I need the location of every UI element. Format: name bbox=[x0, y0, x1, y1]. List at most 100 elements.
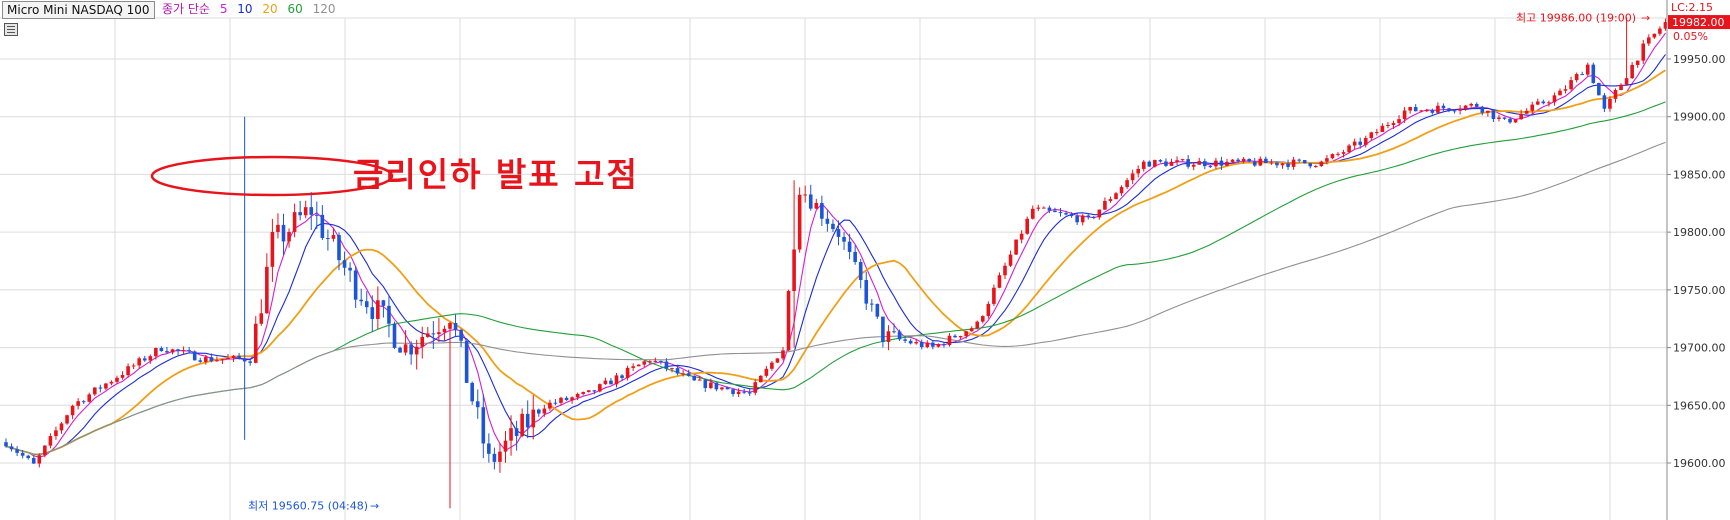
candle-body bbox=[1597, 83, 1601, 96]
table-icon[interactable] bbox=[4, 23, 18, 36]
candle bbox=[786, 289, 791, 351]
candle-body bbox=[570, 397, 574, 401]
candle-body bbox=[1391, 123, 1396, 126]
candle-body bbox=[1336, 153, 1340, 155]
candle bbox=[1164, 158, 1168, 168]
candle bbox=[1469, 102, 1473, 108]
candle bbox=[714, 382, 719, 392]
candle bbox=[1258, 156, 1263, 167]
candle-body bbox=[1075, 216, 1079, 223]
candle-body bbox=[520, 413, 524, 437]
candle-body bbox=[975, 321, 980, 329]
candle-body bbox=[487, 443, 491, 454]
candle-body bbox=[1630, 64, 1634, 79]
candle bbox=[1125, 177, 1129, 189]
candle-body bbox=[864, 279, 869, 304]
candle-body bbox=[287, 231, 291, 242]
candle bbox=[642, 360, 647, 368]
candle bbox=[992, 284, 996, 306]
candle bbox=[1080, 214, 1085, 226]
candle-body bbox=[1008, 254, 1013, 266]
candle bbox=[492, 447, 497, 470]
candle-body bbox=[931, 342, 935, 347]
candle-body bbox=[986, 303, 991, 317]
candle-body bbox=[154, 348, 158, 357]
candle bbox=[1524, 108, 1529, 115]
candle-body bbox=[958, 336, 963, 338]
candle-body bbox=[120, 375, 125, 378]
candle-body bbox=[1164, 161, 1168, 166]
candle bbox=[981, 315, 985, 324]
legend-label: 종가 단순 bbox=[162, 2, 210, 16]
candle-body bbox=[770, 362, 774, 369]
candle-body bbox=[797, 194, 802, 250]
candle bbox=[176, 348, 180, 355]
candle-body bbox=[908, 340, 913, 344]
candle bbox=[1513, 119, 1518, 124]
candle bbox=[1652, 33, 1657, 39]
candle bbox=[609, 377, 613, 385]
candle-body bbox=[98, 387, 103, 389]
candle-body bbox=[1569, 80, 1573, 90]
candle bbox=[9, 443, 14, 452]
candle bbox=[831, 219, 835, 232]
extreme-markers: 최고 19986.00 (19:00) →최저 19560.75 (04:48) → bbox=[248, 11, 1650, 512]
candle-body bbox=[109, 381, 114, 384]
candle bbox=[276, 213, 280, 239]
candle-body bbox=[531, 409, 536, 428]
candle bbox=[348, 262, 352, 282]
candle-body bbox=[559, 397, 563, 403]
candle-body bbox=[414, 346, 419, 355]
candle-body bbox=[1314, 166, 1318, 168]
candle-body bbox=[1286, 163, 1290, 167]
candle bbox=[1280, 162, 1285, 169]
instrument-title[interactable]: Micro Mini NASDAQ 100 bbox=[2, 1, 155, 19]
candle-body bbox=[387, 305, 391, 324]
candle bbox=[564, 396, 569, 401]
candle bbox=[487, 433, 491, 463]
candle bbox=[947, 333, 952, 347]
candle bbox=[969, 326, 974, 332]
candle bbox=[1291, 156, 1296, 170]
candle-body bbox=[1302, 160, 1307, 164]
candle-body bbox=[1025, 218, 1029, 234]
candle-body bbox=[1136, 168, 1140, 174]
axis-tick-label: 19750.00 bbox=[1673, 284, 1726, 297]
candle-body bbox=[76, 401, 80, 406]
candle-body bbox=[1319, 161, 1324, 167]
candle-body bbox=[359, 299, 363, 302]
candle bbox=[858, 258, 863, 289]
candle-body bbox=[1297, 159, 1301, 161]
candle bbox=[808, 184, 813, 211]
candle bbox=[875, 303, 880, 319]
candle bbox=[70, 404, 75, 420]
candle-body bbox=[709, 382, 713, 389]
candle-body bbox=[553, 402, 558, 404]
candle bbox=[759, 375, 763, 383]
candle-body bbox=[1458, 109, 1462, 111]
candle bbox=[170, 348, 175, 355]
candle-body bbox=[969, 328, 974, 332]
lc-label: LC:2.15 bbox=[1671, 1, 1713, 14]
candle bbox=[1197, 157, 1202, 165]
candle-body bbox=[126, 366, 130, 376]
candle bbox=[315, 201, 319, 229]
candle bbox=[775, 358, 780, 363]
candle-body bbox=[503, 440, 508, 452]
candle bbox=[326, 229, 330, 251]
price-chart[interactable]: 19950.00 19900.00 19850.00 19800.00 19750.00… bbox=[0, 0, 1730, 520]
candle-body bbox=[342, 260, 347, 268]
candle-body bbox=[525, 413, 530, 428]
candle-body bbox=[1219, 160, 1224, 166]
candle bbox=[1141, 159, 1146, 172]
candle bbox=[1597, 82, 1601, 96]
candle-body bbox=[820, 202, 824, 219]
candle-body bbox=[586, 390, 591, 393]
candle-body bbox=[265, 266, 269, 314]
candle-body bbox=[1230, 159, 1235, 162]
candle-body bbox=[1225, 161, 1229, 166]
candle bbox=[1186, 155, 1190, 169]
axis-tick-label: 19950.00 bbox=[1673, 53, 1726, 66]
candle-body bbox=[70, 405, 75, 416]
candle bbox=[1008, 250, 1013, 267]
